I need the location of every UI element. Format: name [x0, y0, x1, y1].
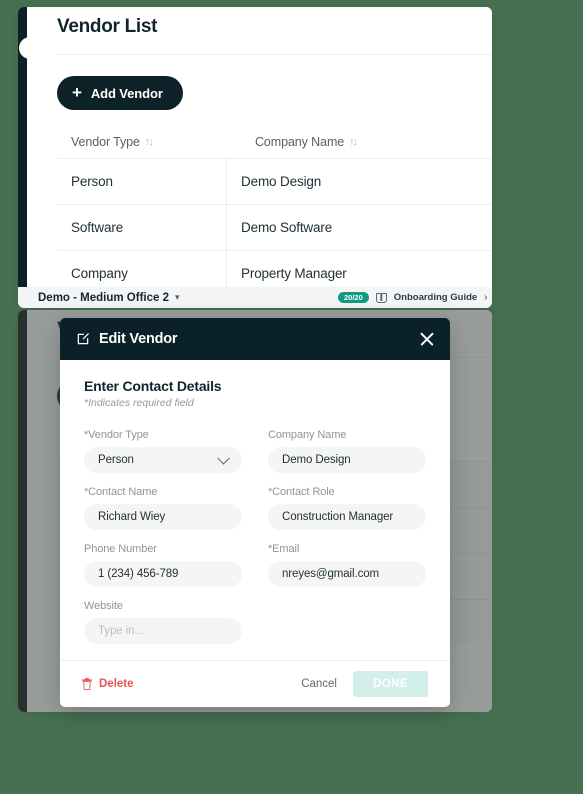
- field-email: *Email nreyes@gmail.com: [268, 543, 426, 587]
- field-label: *Contact Role: [268, 486, 335, 498]
- modal-footer: Delete Cancel DONE: [60, 660, 450, 707]
- cancel-button[interactable]: Cancel: [301, 678, 337, 690]
- phone-number-input[interactable]: 1 (234) 456-789: [84, 561, 242, 587]
- field-label: *Contact Name: [84, 486, 158, 498]
- onboarding-guide-entry[interactable]: 20/20 Onboarding Guide ›: [338, 291, 488, 304]
- project-selector[interactable]: Demo - Medium Office 2 ▾: [38, 292, 180, 304]
- vendor-list-content: Vendor List + Add Vendor Vendor Type ↑↓ …: [27, 7, 492, 307]
- chevron-right-icon: ›: [484, 292, 488, 303]
- close-icon[interactable]: [418, 330, 436, 348]
- progress-badge: 20/20: [338, 291, 369, 304]
- page-title: Vendor List: [57, 16, 158, 37]
- field-label: *Vendor Type: [84, 429, 149, 441]
- plus-icon: +: [72, 82, 82, 102]
- column-header-label: Vendor Type: [71, 135, 140, 149]
- section-title: Enter Contact Details: [84, 378, 222, 394]
- modal-header: Edit Vendor: [60, 318, 450, 360]
- field-label: Company Name: [268, 429, 347, 441]
- field-company-name: Company Name Demo Design: [268, 429, 426, 473]
- cell-company-name: Demo Design: [241, 174, 322, 189]
- vendor-list-card: Vendor List + Add Vendor Vendor Type ↑↓ …: [18, 7, 492, 307]
- vendor-type-select[interactable]: Person: [84, 447, 242, 473]
- chevron-down-icon: ▾: [175, 292, 180, 302]
- add-vendor-button[interactable]: + Add Vendor: [57, 76, 183, 110]
- company-name-input[interactable]: Demo Design: [268, 447, 426, 473]
- chevron-down-icon: [217, 451, 230, 465]
- sort-arrows-icon[interactable]: ↑↓: [145, 136, 154, 148]
- done-button[interactable]: DONE: [353, 671, 428, 697]
- phone-number-value: 1 (234) 456-789: [98, 568, 179, 580]
- contact-details-form: *Vendor Type Person Company Name Demo De…: [84, 429, 426, 644]
- cell-vendor-type: Person: [57, 159, 227, 204]
- add-vendor-label: Add Vendor: [90, 85, 163, 101]
- delete-label: Delete: [99, 678, 134, 690]
- book-icon: [375, 292, 387, 303]
- required-field-note: *Indicates required field: [84, 397, 194, 409]
- vendor-type-value: Person: [98, 454, 134, 466]
- contact-role-value: Construction Manager: [282, 511, 394, 523]
- email-input[interactable]: nreyes@gmail.com: [268, 561, 426, 587]
- onboarding-guide-label: Onboarding Guide: [393, 292, 478, 303]
- cell-vendor-type: Software: [57, 205, 227, 250]
- edit-vendor-modal: Edit Vendor Enter Contact Details *Indic…: [60, 318, 450, 707]
- title-divider: [57, 54, 492, 55]
- table-row[interactable]: Software Demo Software: [57, 204, 492, 250]
- trash-icon: [82, 678, 92, 690]
- field-vendor-type: *Vendor Type Person: [84, 429, 242, 473]
- contact-name-value: Richard Wiey: [98, 511, 166, 523]
- email-value: nreyes@gmail.com: [282, 568, 379, 580]
- field-contact-name: *Contact Name Richard Wiey: [84, 486, 242, 530]
- column-header-company-name[interactable]: Company Name ↑↓: [241, 135, 358, 149]
- website-input[interactable]: Type in...: [84, 618, 242, 644]
- modal-body: Enter Contact Details *Indicates require…: [60, 360, 450, 660]
- cell-company-name: Demo Software: [241, 220, 333, 235]
- company-name-value: Demo Design: [282, 454, 351, 466]
- column-header-vendor-type[interactable]: Vendor Type ↑↓: [57, 135, 241, 149]
- edit-pencil-icon: [77, 333, 90, 345]
- status-bar: Demo - Medium Office 2 ▾ 20/20 Onboardin…: [18, 287, 492, 308]
- contact-name-input[interactable]: Richard Wiey: [84, 504, 242, 530]
- field-label: *Email: [268, 543, 300, 555]
- delete-button[interactable]: Delete: [82, 678, 134, 690]
- field-phone-number: Phone Number 1 (234) 456-789: [84, 543, 242, 587]
- table-row[interactable]: Person Demo Design: [57, 158, 492, 204]
- project-label: Demo - Medium Office 2: [38, 291, 169, 304]
- footer-actions: Cancel DONE: [301, 671, 428, 697]
- sort-arrows-icon[interactable]: ↑↓: [349, 136, 358, 148]
- field-contact-role: *Contact Role Construction Manager: [268, 486, 426, 530]
- field-website: Website Type in...: [84, 600, 242, 644]
- card-left-rail-dimmed: [18, 310, 27, 712]
- table-body: Person Demo Design Software Demo Softwar…: [57, 158, 492, 307]
- field-label: Phone Number: [84, 543, 157, 555]
- contact-role-input[interactable]: Construction Manager: [268, 504, 426, 530]
- field-label: Website: [84, 600, 123, 612]
- modal-title: Edit Vendor: [99, 331, 178, 347]
- column-header-label: Company Name: [255, 135, 345, 149]
- website-placeholder: Type in...: [98, 625, 144, 637]
- table-header: Vendor Type ↑↓ Company Name ↑↓: [57, 127, 492, 157]
